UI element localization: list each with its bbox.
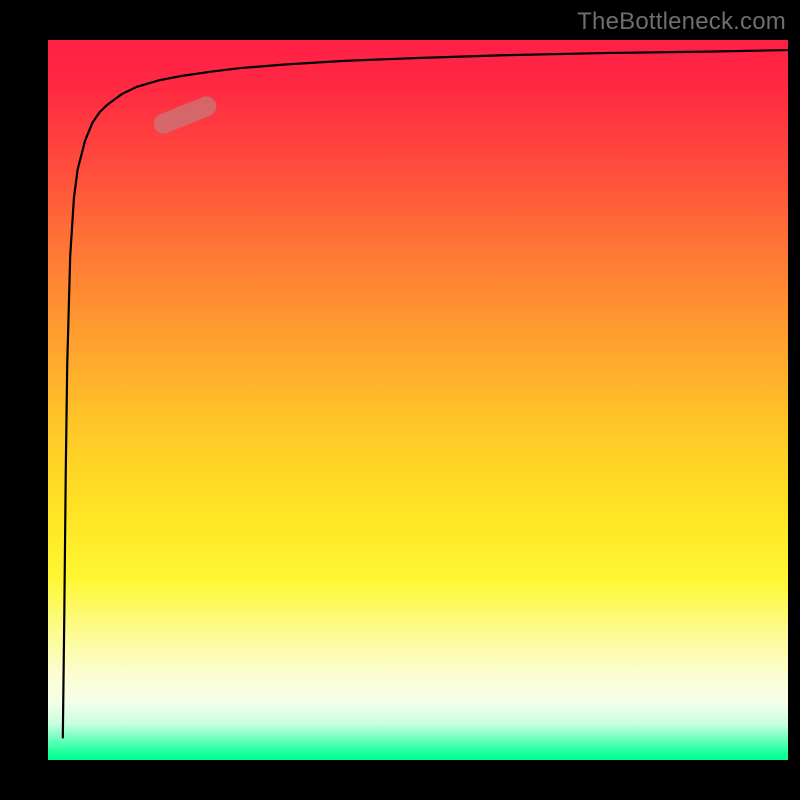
plot-area [48,40,788,760]
curve-svg [48,40,788,760]
attribution-text: TheBottleneck.com [577,8,786,36]
bottleneck-curve [63,50,788,738]
chart-stage: TheBottleneck.com [0,0,800,800]
